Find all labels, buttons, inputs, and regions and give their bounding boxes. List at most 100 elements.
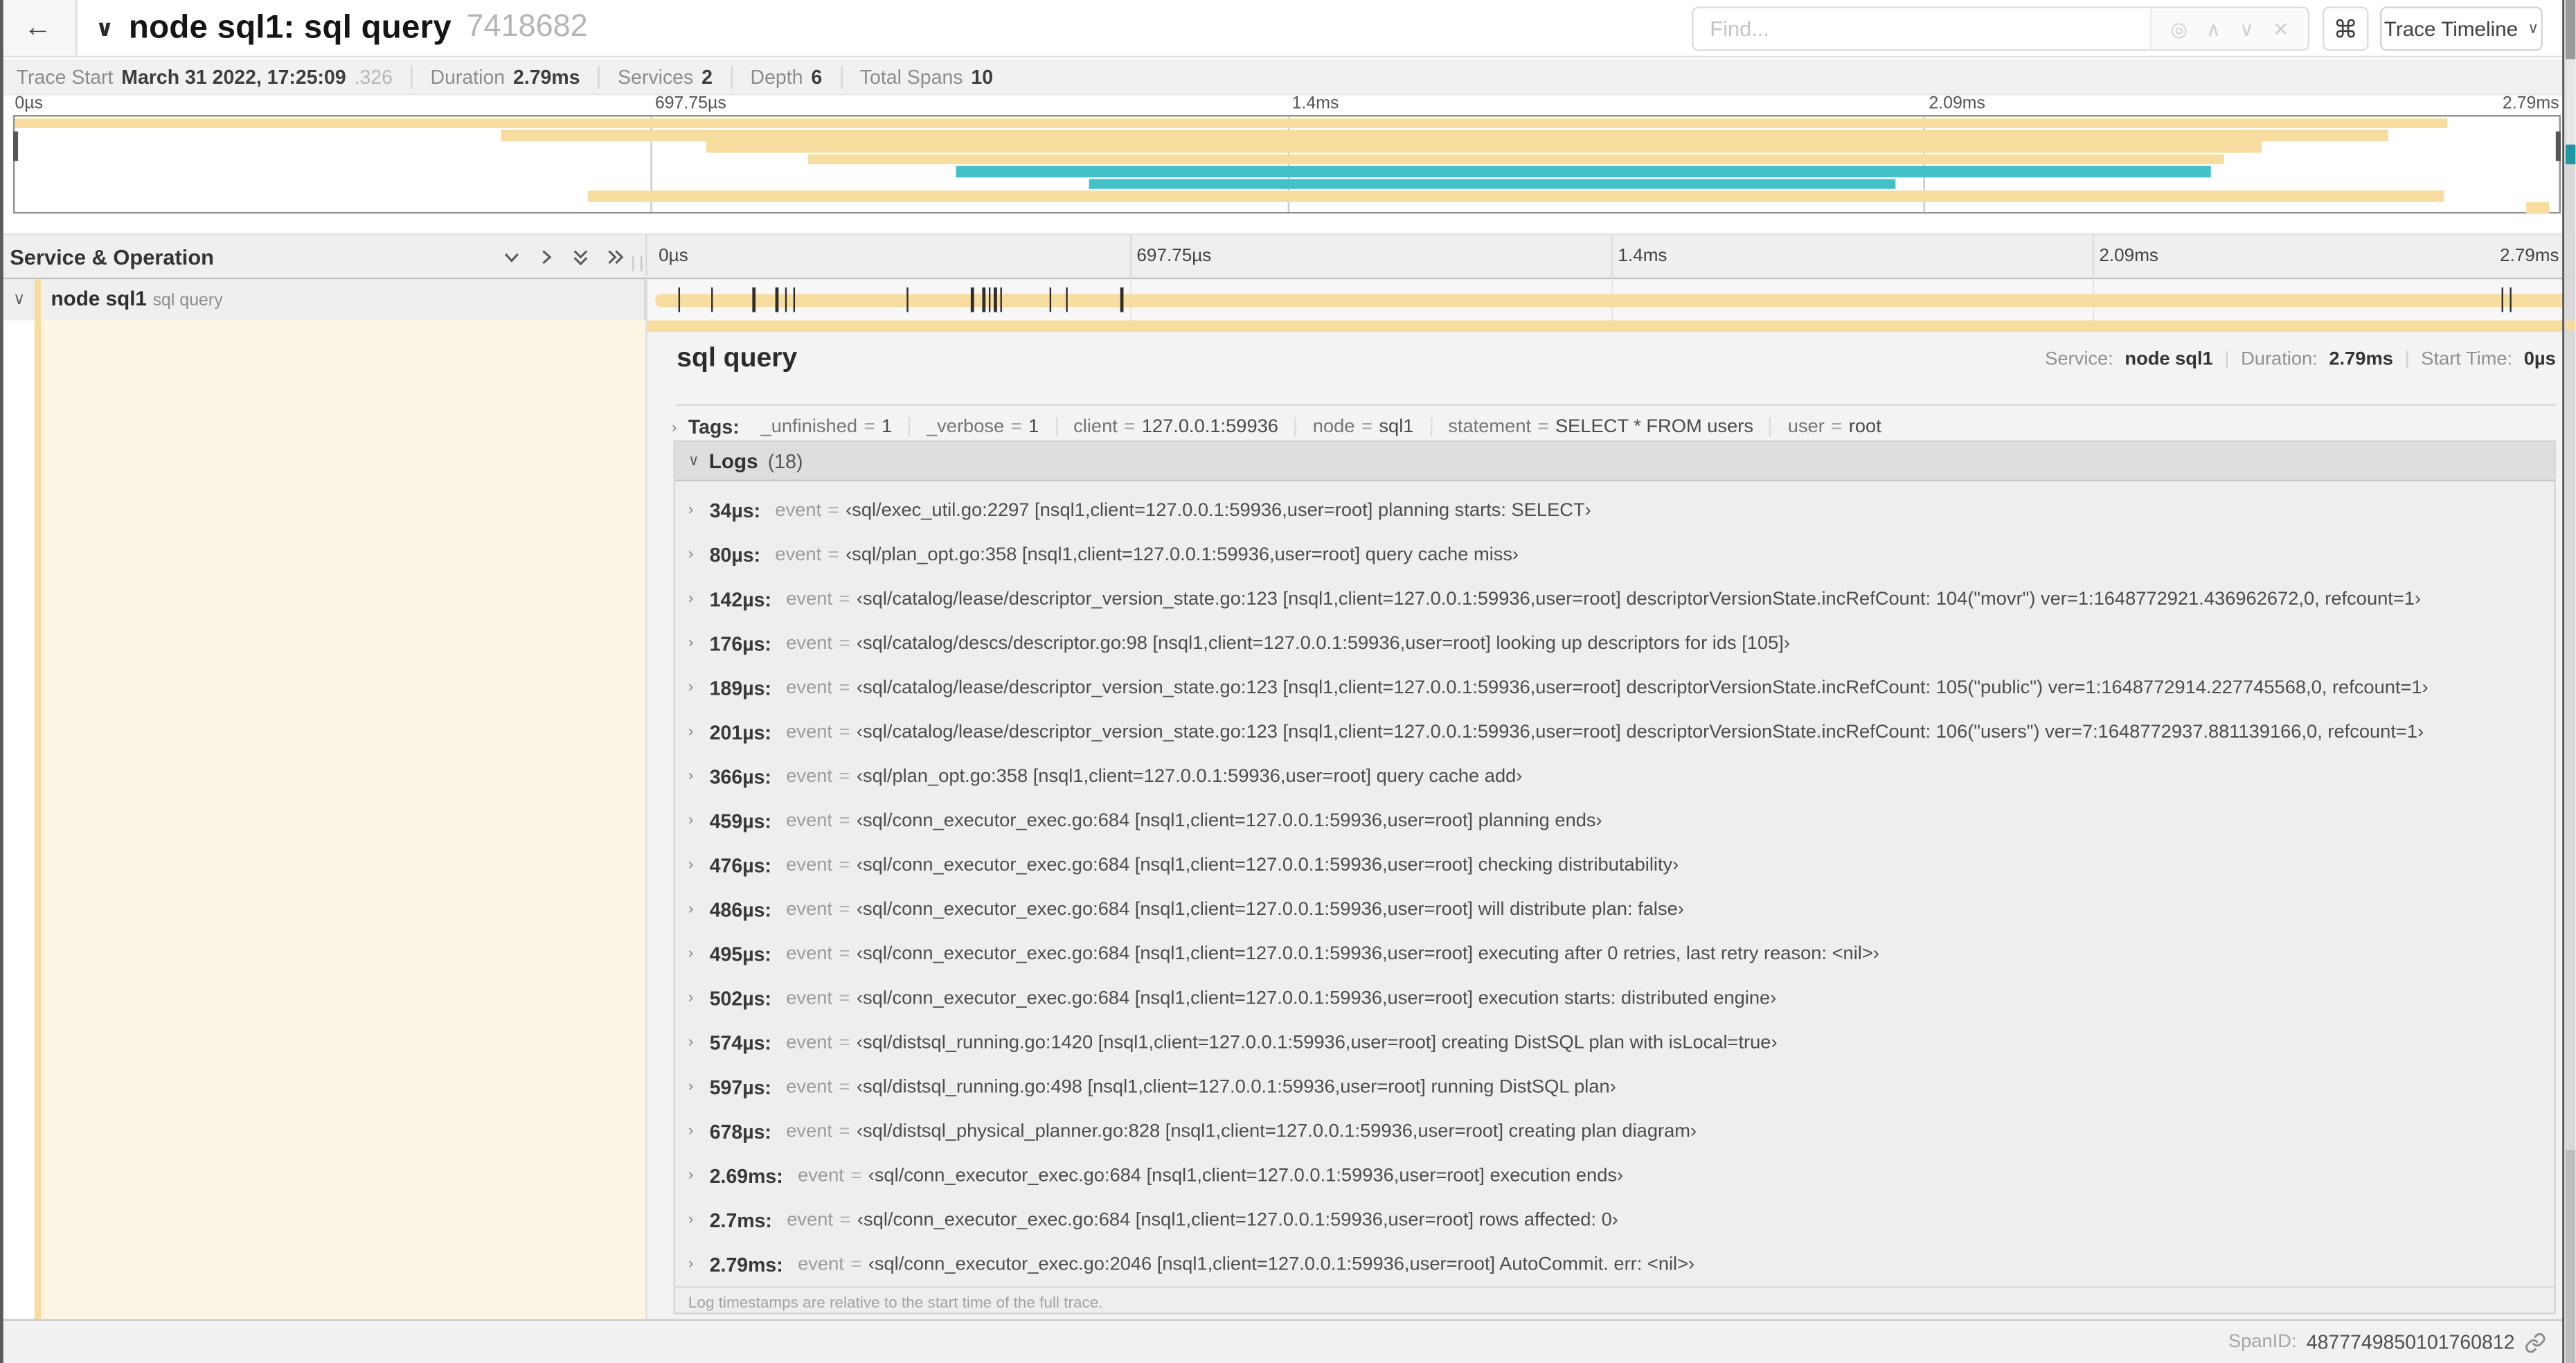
span-row[interactable]: ∨ node sql1 sql query xyxy=(0,279,2576,321)
log-marker[interactable] xyxy=(988,287,991,312)
column-resizer-grip[interactable] xyxy=(632,256,643,271)
tags-accordian[interactable]: › Tags: _unfinished = 1 _verbose = 1 cli… xyxy=(672,412,2556,440)
copy-link-icon[interactable] xyxy=(2525,1332,2546,1353)
log-marker[interactable] xyxy=(2501,287,2504,312)
log-marker[interactable] xyxy=(678,287,681,312)
tag-equals: = xyxy=(1124,416,1136,436)
span-name-cell[interactable]: ∨ node sql1 sql query xyxy=(0,279,646,321)
tag-item[interactable]: node = sql1 xyxy=(1313,416,1432,436)
log-field-value: ‹sql/conn_executor_exec.go:684 [nsql1,cl… xyxy=(868,1165,1624,1186)
log-marker[interactable] xyxy=(971,287,974,312)
log-marker[interactable] xyxy=(1120,287,1123,312)
viewport-scrubber-right[interactable] xyxy=(2555,131,2561,161)
span-timeline-cell[interactable] xyxy=(647,279,2576,321)
log-marker[interactable] xyxy=(1065,287,1068,312)
tag-item[interactable]: _unfinished = 1 xyxy=(761,416,911,436)
log-field-value: ‹sql/catalog/lease/descriptor_version_st… xyxy=(856,677,2429,697)
log-field-key: event xyxy=(786,943,833,964)
expand-one-icon[interactable] xyxy=(535,247,557,268)
chevron-down-icon[interactable]: ∨ xyxy=(96,14,114,42)
divider xyxy=(677,404,2556,406)
log-equals: = xyxy=(839,722,850,742)
log-row[interactable]: › 201µs: event = ‹sql/catalog/lease/desc… xyxy=(675,710,2555,754)
log-row[interactable]: › 176µs: event = ‹sql/catalog/descs/desc… xyxy=(675,621,2555,666)
meta-label: Start Time: xyxy=(2421,350,2513,370)
log-field-key: event xyxy=(786,855,833,875)
tag-item[interactable]: client = 127.0.0.1:59936 xyxy=(1073,416,1297,436)
log-row[interactable]: › 34µs: event = ‹sql/exec_util.go:2297 [… xyxy=(675,488,2555,532)
log-timestamp: 366µs: xyxy=(709,765,771,788)
expand-all-icon[interactable] xyxy=(605,247,626,268)
log-row[interactable]: › 2.79ms: event = ‹sql/conn_executor_exe… xyxy=(675,1242,2555,1286)
find-controls: ◎ ∧ ∨ ✕ xyxy=(2149,8,2308,50)
viewport-scrubber-left[interactable] xyxy=(12,131,19,161)
log-row[interactable]: › 459µs: event = ‹sql/conn_executor_exec… xyxy=(675,799,2555,843)
prev-result-icon[interactable]: ∧ xyxy=(2206,17,2221,40)
log-row[interactable]: › 597µs: event = ‹sql/distsql_running.go… xyxy=(675,1064,2555,1109)
log-row[interactable]: › 678µs: event = ‹sql/distsql_physical_p… xyxy=(675,1109,2555,1153)
log-row[interactable]: › 80µs: event = ‹sql/plan_opt.go:358 [ns… xyxy=(675,533,2555,577)
log-row[interactable]: › 189µs: event = ‹sql/catalog/lease/desc… xyxy=(675,666,2555,710)
collapse-one-icon[interactable] xyxy=(501,247,522,268)
log-marker[interactable] xyxy=(753,287,755,312)
log-row[interactable]: › 502µs: event = ‹sql/conn_executor_exec… xyxy=(675,976,2555,1020)
locate-icon[interactable]: ◎ xyxy=(2170,17,2188,40)
logs-header[interactable]: ∨ Logs (18) xyxy=(674,442,2555,481)
log-marker[interactable] xyxy=(906,287,909,312)
collapse-all-icon[interactable] xyxy=(570,247,591,268)
log-marker[interactable] xyxy=(1050,287,1052,312)
stat-total-spans: Total Spans 10 xyxy=(840,64,993,88)
log-marker[interactable] xyxy=(983,287,985,312)
log-marker[interactable] xyxy=(785,287,788,312)
log-marker[interactable] xyxy=(994,287,996,312)
span-duration-strip xyxy=(647,320,2576,331)
chevron-right-icon: › xyxy=(688,1078,694,1096)
tags-list: _unfinished = 1 _verbose = 1 client = 12… xyxy=(761,416,1915,436)
minimap-tick: 0µs xyxy=(15,93,44,114)
logs-accordian: ∨ Logs (18) › 34µs: event = ‹sql/exec_ut… xyxy=(673,440,2556,1315)
detail-footer: SpanID: 4877749850101760812 xyxy=(0,1319,2576,1363)
trace-minimap[interactable] xyxy=(12,115,2561,214)
log-row[interactable]: › 366µs: event = ‹sql/plan_opt.go:358 [n… xyxy=(675,754,2555,799)
find-input[interactable] xyxy=(1693,8,2150,50)
log-field-value: ‹sql/catalog/lease/descriptor_version_st… xyxy=(856,722,2424,742)
log-row[interactable]: › 142µs: event = ‹sql/catalog/lease/desc… xyxy=(675,577,2555,621)
gridline xyxy=(2092,235,2095,280)
log-marker[interactable] xyxy=(710,287,713,312)
page-title[interactable]: node sql1: sql query xyxy=(129,9,451,47)
spanid-label: SpanID: xyxy=(2228,1332,2297,1353)
log-row[interactable]: › 486µs: event = ‹sql/conn_executor_exec… xyxy=(675,887,2555,932)
column-divider[interactable] xyxy=(645,233,647,321)
log-field-value: ‹sql/conn_executor_exec.go:684 [nsql1,cl… xyxy=(856,988,1777,1008)
log-marker[interactable] xyxy=(2509,287,2512,312)
next-result-icon[interactable]: ∨ xyxy=(2239,17,2254,40)
tag-value: 127.0.0.1:59936 xyxy=(1141,416,1278,436)
log-marker[interactable] xyxy=(776,287,778,312)
log-row[interactable]: › 574µs: event = ‹sql/distsql_running.go… xyxy=(675,1020,2555,1064)
log-row[interactable]: › 495µs: event = ‹sql/conn_executor_exec… xyxy=(675,932,2555,976)
log-field-key: event xyxy=(787,1209,834,1230)
tag-item[interactable]: user = root xyxy=(1788,416,1898,436)
chevron-right-icon: › xyxy=(688,1255,694,1274)
log-timestamp: 574µs: xyxy=(709,1031,771,1054)
log-timestamp: 502µs: xyxy=(709,986,771,1010)
log-marker[interactable] xyxy=(1000,287,1003,312)
log-row[interactable]: › 476µs: event = ‹sql/conn_executor_exec… xyxy=(675,843,2555,887)
trace-view-label: Trace Timeline xyxy=(2383,17,2519,41)
log-row[interactable]: › 2.7ms: event = ‹sql/conn_executor_exec… xyxy=(675,1197,2555,1242)
meta-label: Duration: xyxy=(2241,350,2318,370)
keyboard-shortcuts-button[interactable]: ⌘ xyxy=(2323,6,2369,51)
chevron-right-icon: › xyxy=(688,501,694,519)
tag-item[interactable]: _verbose = 1 xyxy=(927,416,1057,436)
minimap-span-bar xyxy=(2525,202,2549,214)
log-row[interactable]: › 2.69ms: event = ‹sql/conn_executor_exe… xyxy=(675,1153,2555,1197)
stat-duration: Duration 2.79ms xyxy=(411,64,580,88)
clear-search-icon[interactable]: ✕ xyxy=(2273,17,2289,40)
trace-view-selector[interactable]: Trace Timeline ∨ xyxy=(2380,6,2543,51)
back-button[interactable]: ← xyxy=(0,0,78,56)
chevron-down-icon[interactable]: ∨ xyxy=(13,279,25,320)
log-marker[interactable] xyxy=(793,287,796,312)
tag-item[interactable]: statement = SELECT * FROM users xyxy=(1448,416,1772,436)
minimap-tick: 2.09ms xyxy=(1929,93,1986,114)
tag-key: user xyxy=(1787,416,1825,436)
